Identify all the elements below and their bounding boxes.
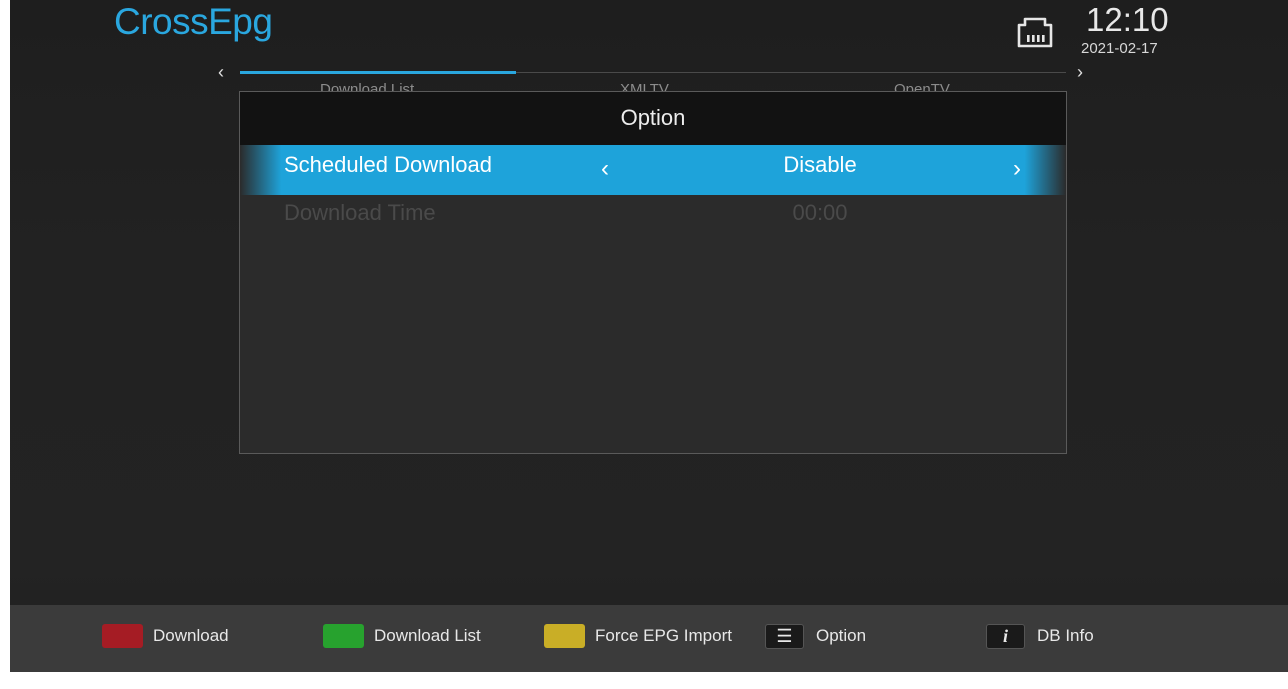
hint-label: DB Info [1037, 626, 1094, 645]
hint-force-epg-import[interactable]: Force EPG Import [544, 623, 732, 649]
tab-active-indicator [240, 71, 516, 74]
hint-db-info[interactable]: i DB Info [986, 623, 1094, 649]
dialog-title: Option [240, 92, 1066, 145]
chevron-right-icon[interactable]: › [1013, 149, 1021, 189]
red-key-icon [102, 624, 143, 648]
green-key-icon [323, 624, 364, 648]
yellow-key-icon [544, 624, 585, 648]
tab-prev-arrow-icon[interactable]: ‹ [218, 61, 224, 83]
hint-label: Option [816, 626, 867, 645]
hint-label: Download List [374, 626, 481, 645]
app-title: CrossEpg [114, 1, 273, 42]
option-dialog: Option Scheduled Download ‹ Disable › Do… [239, 91, 1067, 454]
option-value: Disable [783, 152, 857, 177]
option-row-download-time[interactable]: Download Time 00:00 [240, 193, 1066, 243]
option-value: 00:00 [792, 200, 848, 225]
chevron-left-icon[interactable]: ‹ [601, 149, 609, 189]
tab-bar: ‹ Download List XMLTV OpenTV › [210, 62, 1090, 92]
option-label: Download Time [284, 200, 436, 225]
ethernet-icon [1017, 17, 1053, 48]
button-hint-bar: Download Download List Force EPG Import … [10, 605, 1288, 672]
option-label: Scheduled Download [284, 152, 492, 177]
hint-option[interactable]: ☰ Option [765, 623, 866, 649]
clock-date: 2021-02-17 [1081, 40, 1158, 57]
tab-next-arrow-icon[interactable]: › [1077, 61, 1083, 83]
hint-label: Download [153, 626, 229, 645]
hint-download[interactable]: Download [102, 623, 229, 649]
hint-label: Force EPG Import [595, 626, 732, 645]
list-icon: ☰ [765, 623, 804, 649]
hint-download-list[interactable]: Download List [323, 623, 481, 649]
info-icon: i [986, 623, 1025, 649]
clock-time: 12:10 [1086, 1, 1169, 38]
tv-screen: CrossEpg 12:10 2021-02-17 ‹ Download Lis… [10, 0, 1288, 672]
option-row-scheduled-download[interactable]: Scheduled Download ‹ Disable › [240, 145, 1066, 195]
